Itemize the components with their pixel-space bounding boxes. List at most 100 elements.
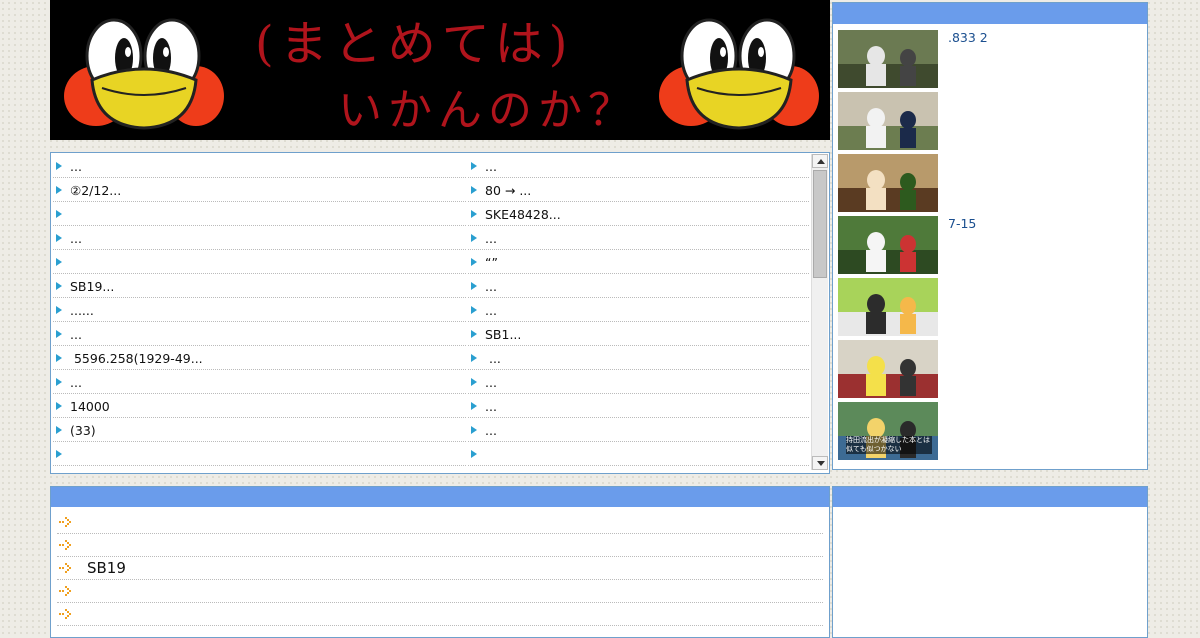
link-item-right[interactable]: SB1...: [468, 323, 809, 346]
scroll-down-arrow-icon[interactable]: [812, 456, 828, 470]
scrollbar[interactable]: [811, 154, 828, 470]
sidebar-item[interactable]: .833 2: [838, 30, 988, 88]
link-text[interactable]: ...: [485, 351, 501, 366]
link-item-left[interactable]: [53, 203, 466, 226]
link-text[interactable]: ...: [485, 159, 497, 174]
link-item-left[interactable]: ②2/12...: [53, 179, 466, 202]
link-text[interactable]: ...: [485, 423, 497, 438]
link-text[interactable]: SKE48428...: [485, 207, 561, 222]
link-text[interactable]: ...: [485, 399, 497, 414]
link-text[interactable]: “”: [485, 255, 498, 270]
sidebar-item[interactable]: 7-15: [838, 216, 976, 274]
link-text[interactable]: 80 → ...: [485, 183, 531, 198]
triangle-bullet-icon: [56, 234, 62, 242]
link-text[interactable]: ...: [485, 303, 497, 318]
sidebar-header: [833, 3, 1147, 24]
link-text[interactable]: ...: [70, 231, 82, 246]
sidebar-item[interactable]: 持田流出が凝縮した本とは似ても似つかない: [838, 402, 938, 460]
triangle-bullet-icon: [56, 162, 62, 170]
link-item-right[interactable]: ...: [468, 155, 809, 178]
sidebar-ranking: .833 2 7-15 持田流出が凝縮した本とは似ても似つかない: [832, 2, 1148, 470]
link-text[interactable]: ...: [70, 375, 82, 390]
triangle-bullet-icon: [471, 450, 477, 458]
sidebar-item-caption[interactable]: .833 2: [948, 30, 988, 45]
link-text[interactable]: 5596.258(1929-49...: [70, 351, 203, 366]
link-text[interactable]: 14000: [70, 399, 110, 414]
link-item-left[interactable]: [53, 251, 466, 274]
link-item-left[interactable]: 14000: [53, 395, 466, 418]
sidebar-item[interactable]: [838, 340, 938, 398]
orange-arrow-icon: [59, 540, 71, 550]
link-item-right[interactable]: 80 → ...: [468, 179, 809, 202]
triangle-bullet-icon: [471, 186, 477, 194]
link-item-right[interactable]: ...: [468, 395, 809, 418]
link-text[interactable]: ...: [485, 375, 497, 390]
link-row: ......: [53, 155, 809, 179]
link-item-left[interactable]: ...: [53, 323, 466, 346]
thumbnail-image[interactable]: [838, 278, 938, 336]
link-item-right[interactable]: ...: [468, 419, 809, 442]
thumbnail-image[interactable]: [838, 216, 938, 274]
sidebar-item[interactable]: [838, 278, 938, 336]
article-list-panel: SB19: [50, 486, 830, 638]
link-item-right[interactable]: ...: [468, 347, 809, 370]
link-item-left[interactable]: ......: [53, 299, 466, 322]
sidebar-item[interactable]: [838, 154, 938, 212]
link-item-right[interactable]: ...: [468, 371, 809, 394]
triangle-bullet-icon: [471, 162, 477, 170]
triangle-bullet-icon: [471, 282, 477, 290]
site-banner[interactable]: (まとめては) いかんのか？: [50, 0, 830, 140]
link-row: 5596.258(1929-49... ...: [53, 347, 809, 371]
article-list-item[interactable]: [57, 534, 823, 557]
link-row: (33)...: [53, 419, 809, 443]
link-row: .........: [53, 299, 809, 323]
sidebar-panel-2-header: [833, 487, 1147, 507]
link-item-left[interactable]: SB19...: [53, 275, 466, 298]
link-item-right[interactable]: ...: [468, 275, 809, 298]
link-item-left[interactable]: ...: [53, 371, 466, 394]
triangle-bullet-icon: [56, 354, 62, 362]
link-text[interactable]: SB19...: [70, 279, 114, 294]
thumbnail-image[interactable]: [838, 154, 938, 212]
link-text[interactable]: ......: [70, 303, 94, 318]
link-item-left[interactable]: [53, 443, 466, 466]
article-list-item[interactable]: [57, 603, 823, 626]
triangle-bullet-icon: [56, 450, 62, 458]
link-text[interactable]: ...: [70, 159, 82, 174]
scroll-thumb[interactable]: [813, 170, 827, 278]
link-row: ... SB1...: [53, 323, 809, 347]
article-title[interactable]: SB19: [87, 557, 126, 579]
link-text[interactable]: ...: [70, 327, 82, 342]
article-list-item[interactable]: SB19: [57, 557, 823, 580]
link-text[interactable]: SB1...: [485, 327, 521, 342]
thumbnail-image[interactable]: [838, 340, 938, 398]
article-list-item[interactable]: [57, 580, 823, 603]
link-text[interactable]: (33): [70, 423, 96, 438]
thumbnail-image[interactable]: [838, 30, 938, 88]
thumbnail-image[interactable]: [838, 92, 938, 150]
link-grid: ...... ②2/12... 80 → ... SKE48428......... “…: [53, 155, 809, 467]
link-item-right[interactable]: ...: [468, 299, 809, 322]
link-text[interactable]: ...: [485, 231, 497, 246]
link-item-left[interactable]: ...: [53, 227, 466, 250]
link-item-right[interactable]: SKE48428...: [468, 203, 809, 226]
sidebar-item[interactable]: [838, 92, 938, 150]
link-item-right[interactable]: “”: [468, 251, 809, 274]
link-text[interactable]: ...: [485, 279, 497, 294]
sidebar-item-caption[interactable]: 7-15: [948, 216, 976, 231]
banner-title-line2: いかんのか？: [338, 85, 638, 136]
link-row: “”: [53, 251, 809, 275]
orange-arrow-icon: [59, 609, 71, 619]
link-item-left[interactable]: (33): [53, 419, 466, 442]
link-item-left[interactable]: ...: [53, 155, 466, 178]
link-item-right[interactable]: [468, 443, 809, 466]
scroll-up-arrow-icon[interactable]: [812, 154, 828, 168]
link-row: [53, 443, 809, 467]
link-row: SKE48428...: [53, 203, 809, 227]
link-item-left[interactable]: 5596.258(1929-49...: [53, 347, 466, 370]
triangle-bullet-icon: [56, 378, 62, 386]
link-row: ......: [53, 227, 809, 251]
link-item-right[interactable]: ...: [468, 227, 809, 250]
link-text[interactable]: ②2/12...: [70, 183, 121, 198]
article-list-item[interactable]: [57, 511, 823, 534]
